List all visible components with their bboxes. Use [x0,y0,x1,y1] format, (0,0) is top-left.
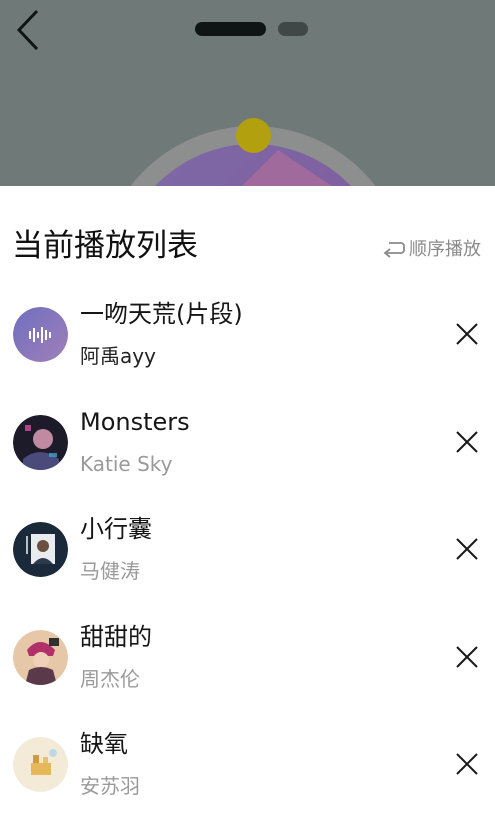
sheet-title: 当前播放列表 [12,228,198,264]
playlist: 一吻天荒(片段) 阿禹ayy Monsters Katie Sky 小行囊 马健… [0,281,495,819]
list-item[interactable]: 小行囊 马健涛 [0,496,495,604]
song-artist: 周杰伦 [80,666,140,691]
play-mode-button[interactable]: 顺序播放 [381,235,481,261]
close-icon [456,645,478,668]
playlist-sheet: 当前播放列表 顺序播放 一吻天荒(片段) 阿禹ayy Monsters Kati… [0,186,495,819]
play-mode-label: 顺序播放 [409,239,481,260]
list-item[interactable]: Monsters Katie Sky [0,389,495,497]
song-artist: 阿禹ayy [80,344,156,368]
remove-song-button[interactable] [448,530,486,568]
page-indicator [0,22,495,36]
song-artist: Katie Sky [80,451,173,476]
close-icon [456,430,478,453]
song-artist: 马健涛 [80,559,140,583]
album-cover [13,414,68,470]
remove-song-button[interactable] [448,638,486,676]
list-item[interactable]: 缺氧 安苏羽 [0,711,495,819]
player-background[interactable] [0,0,495,186]
remove-song-button[interactable] [448,745,486,783]
album-cover [13,737,68,792]
album-cover [13,522,68,577]
loop-order-icon [381,235,407,261]
list-item[interactable]: 甜甜的 周杰伦 [0,604,495,712]
sheet-header: 当前播放列表 顺序播放 [0,186,495,276]
list-item[interactable]: 一吻天荒(片段) 阿禹ayy [0,281,495,389]
remove-song-button[interactable] [448,423,486,461]
album-art-shape [238,150,338,186]
close-icon [456,323,478,345]
album-cover [13,629,68,685]
close-icon [456,538,478,560]
song-title: 一吻天荒(片段) [80,300,243,328]
tonearm-knob [236,118,271,153]
page-dot[interactable] [278,22,308,36]
page-dot-active[interactable] [195,22,266,36]
song-title: Monsters [80,407,190,436]
song-title: 甜甜的 [80,622,152,651]
album-cover [13,307,68,362]
song-artist: 安苏羽 [80,774,140,798]
close-icon [456,753,478,775]
song-title: 缺氧 [80,730,128,758]
song-title: 小行囊 [80,515,152,543]
playlist-screen: 当前播放列表 顺序播放 一吻天荒(片段) 阿禹ayy Monsters Kati… [0,0,495,819]
remove-song-button[interactable] [448,315,486,353]
